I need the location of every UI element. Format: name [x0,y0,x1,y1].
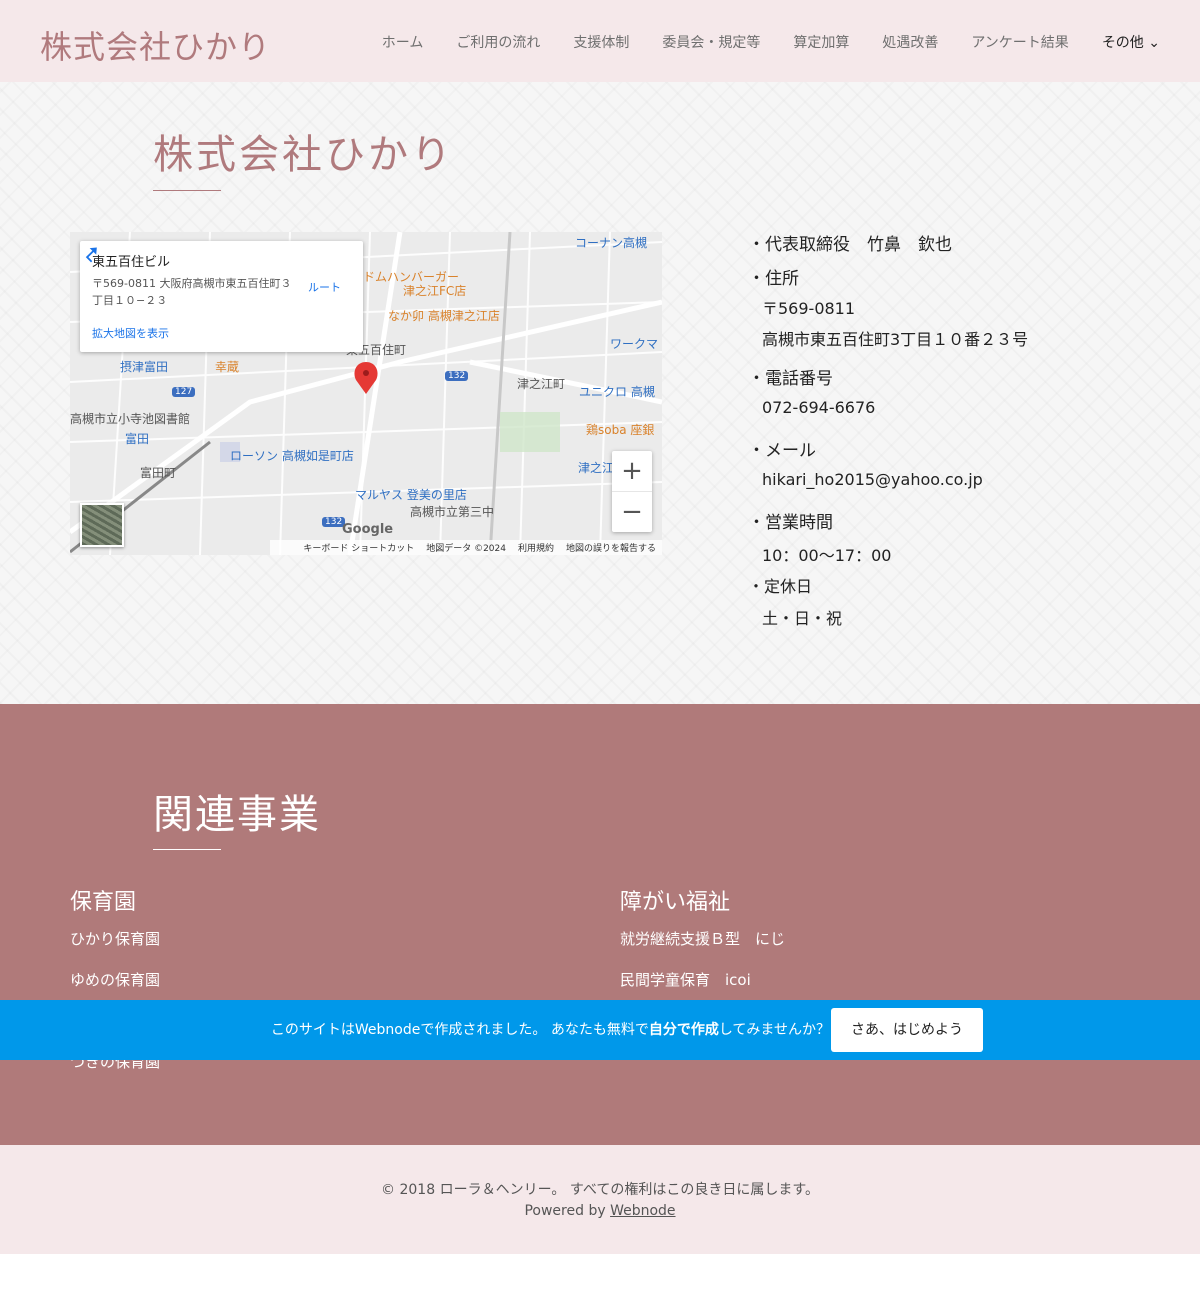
nav-item-home[interactable]: ホーム [382,32,424,52]
map-label-settsu-tonda: 摂津富田 [120,360,169,374]
map-label-maruyasu: マルヤス 登美の里店 [355,488,467,502]
map-label-konan: コーナン高槻 [575,236,648,250]
nav-item-survey[interactable]: アンケート結果 [971,32,1068,52]
chevron-down-icon: ⌄ [1148,35,1160,51]
welfare-icoi-link[interactable]: 民間学童保育 icoi [620,969,751,990]
site-footer: © 2018 ローラ＆ヘンリー。 すべての権利はこの良き日に属します。 Powe… [0,1145,1200,1254]
map-label-burger-branch: 津之江FC店 [403,284,467,298]
promo-text-post: してみませんか？ [718,1022,830,1038]
google-logo: Google [342,522,394,537]
nursery-hikari-link[interactable]: ひかり保育園 [70,928,160,949]
map-label-lawson: ローソン 高槻如是町店 [230,449,354,463]
info-holiday-label: ・定休日 [748,577,813,596]
title-divider [153,190,221,191]
nav-item-fees[interactable]: 算定加算 [793,32,849,52]
google-map[interactable]: コーナン高槻 ドムハンバーガー 津之江FC店 なか卯 高槻津之江店 東五百住町 … [70,232,662,555]
nav-more-label: その他 [1101,35,1144,51]
nav-item-treatment[interactable]: 処遇改善 [882,32,938,52]
page-title: 株式会社ひかり [153,132,454,178]
map-label-school: 高槻市立第三中 [410,505,495,519]
directions-label[interactable]: ルート [308,279,341,295]
map-info-card: 東五百住ビル 〒569-0811 大阪府高槻市東五百住町３丁目１０−２３ 拡大地… [80,241,363,352]
promo-start-button[interactable]: さあ、はじめよう [831,1008,983,1052]
info-zip: 〒569-0811 [762,299,856,318]
map-label-tonda: 富田 [125,432,150,446]
welfare-niji-link[interactable]: 就労継続支援Ｂ型 にじ [620,928,785,949]
nav-item-support[interactable]: 支援体制 [573,32,629,52]
nursery-heading: 保育園 [70,890,137,915]
info-mail-label: ・メール [748,441,816,461]
promo-text: このサイトはWebnodeで作成されました。 あなたも無料で自分で作成してみませ… [0,1000,830,1060]
info-address: 高槻市東五百住町3丁目１０番２３号 [762,330,1029,349]
promo-text-pre: このサイトはWebnodeで作成されました。 あなたも無料で [270,1022,649,1038]
map-label-workman: ワークマ [610,337,659,351]
powered-prefix: Powered by [524,1203,611,1219]
nav-item-flow[interactable]: ご利用の流れ [456,32,540,52]
route-shield-127: 127 [172,387,196,397]
related-businesses: 関連事業 保育園 ひかり保育園 ゆめの保育園 つきの保育園 障がい福祉 就労継続… [0,704,1200,1145]
map-label-nakau: なか卯 高槻津之江店 [388,309,500,323]
directions-icon[interactable] [80,241,102,263]
welfare-heading: 障がい福祉 [620,890,731,915]
zoom-in-button[interactable]: + [612,451,652,492]
zoom-out-button[interactable]: − [612,492,652,532]
info-tel-label: ・電話番号 [748,369,833,389]
related-divider [153,849,221,850]
info-address-label: ・住所 [748,269,799,289]
nav-item-committee[interactable]: 委員会・規定等 [662,32,760,52]
map-label-uniqlo: ユニクロ 高槻 [579,385,655,399]
copyright-text: © 2018 ローラ＆ヘンリー。 すべての権利はこの良き日に属します。 [381,1182,819,1198]
site-header: 株式会社ひかり ホーム ご利用の流れ 支援体制 委員会・規定等 算定加算 処遇改… [0,0,1200,82]
webnode-link[interactable]: Webnode [610,1203,675,1219]
map-report-link[interactable]: 地図の誤りを報告する [566,541,656,554]
map-label-tsunoe-cho: 津之江町 [517,377,566,391]
route-shield-132: 132 [445,371,469,381]
satellite-toggle[interactable] [80,503,124,547]
map-keyboard-shortcuts[interactable]: キーボード ショートカット [303,541,414,554]
main-section: 株式会社ひかり コーナン高槻 ドムハンバーガー 津之江FC店 なか卯 高槻津之江… [0,82,1200,704]
map-label-tsunoe: 津之江 [578,461,615,475]
map-label-torisoba: 鶏soba 座銀 [586,423,655,437]
main-nav: ホーム ご利用の流れ 支援体制 委員会・規定等 算定加算 処遇改善 アンケート結… [382,32,1160,52]
map-data-credit: 地図データ ©2024 [426,544,506,554]
info-hours: 10：00～17：00 [762,546,892,565]
map-larger-link[interactable]: 拡大地図を表示 [92,325,169,341]
info-representative: ・代表取締役 竹鼻 欽也 [748,235,952,255]
info-holiday: 土・日・祝 [762,609,843,628]
map-label-tonda-cho: 富田町 [140,466,177,480]
powered-by: Powered by Webnode [0,1203,1200,1219]
info-tel: 072-694-6676 [762,398,876,417]
map-label-library: 高槻市立小寺池図書館 [70,412,191,426]
map-zoom-control: + − [612,451,652,532]
map-label-kozo: 幸蔵 [215,360,240,374]
info-hours-label: ・営業時間 [748,513,833,533]
map-terms-link[interactable]: 利用規約 [518,541,554,554]
map-place-address: 〒569-0811 大阪府高槻市東五百住町３丁目１０−２３ [92,277,292,307]
map-footer: キーボード ショートカット 地図データ ©2024 利用規約 地図の誤りを報告す… [270,540,662,555]
map-place-name: 東五百住ビル [92,255,171,270]
webnode-promo-banner: このサイトはWebnodeで作成されました。 あなたも無料で自分で作成してみませ… [0,1000,1200,1060]
nav-item-more[interactable]: その他 ⌄ [1102,32,1160,52]
promo-text-bold: 自分で作成 [648,1022,719,1038]
nursery-yumeno-link[interactable]: ゆめの保育園 [70,969,160,990]
site-logo[interactable]: 株式会社ひかり [40,22,271,68]
info-mail[interactable]: hikari_ho2015@yahoo.co.jp [762,470,983,489]
related-title: 関連事業 [153,792,321,838]
